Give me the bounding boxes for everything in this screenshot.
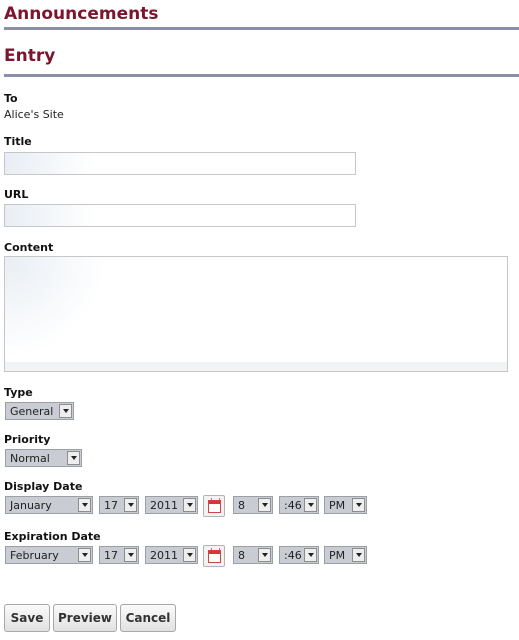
expiration-year-select[interactable]: 2011 bbox=[145, 546, 198, 564]
expiration-minute-select[interactable]: :46 bbox=[279, 546, 319, 564]
display-hour-value: 8 bbox=[238, 498, 245, 512]
display-year-value: 2011 bbox=[150, 498, 178, 512]
priority-label: Priority bbox=[4, 433, 51, 446]
expiration-hour-value: 8 bbox=[238, 548, 245, 562]
display-year-select[interactable]: 2011 bbox=[145, 496, 198, 514]
chevron-down-icon[interactable] bbox=[352, 498, 365, 512]
type-select[interactable]: General bbox=[5, 402, 74, 420]
type-select-value: General bbox=[10, 404, 54, 418]
expiration-day-select[interactable]: 17 bbox=[99, 546, 139, 564]
save-button[interactable]: Save bbox=[4, 604, 50, 632]
page-title: Announcements bbox=[4, 4, 159, 24]
title-divider bbox=[4, 27, 519, 30]
display-minute-value: :46 bbox=[284, 498, 302, 512]
priority-select-value: Normal bbox=[10, 451, 50, 465]
chevron-down-icon[interactable] bbox=[183, 498, 196, 512]
display-day-value: 17 bbox=[104, 498, 118, 512]
chevron-down-icon[interactable] bbox=[183, 548, 196, 562]
chevron-down-icon[interactable] bbox=[78, 548, 91, 562]
calendar-icon[interactable] bbox=[203, 495, 225, 517]
title-label: Title bbox=[4, 135, 32, 148]
expiration-hour-select[interactable]: 8 bbox=[233, 546, 273, 564]
section-title: Entry bbox=[4, 46, 56, 66]
display-day-select[interactable]: 17 bbox=[99, 496, 139, 514]
display-date-label: Display Date bbox=[4, 480, 83, 493]
content-textarea[interactable] bbox=[4, 256, 508, 372]
expiration-day-value: 17 bbox=[104, 548, 118, 562]
content-label: Content bbox=[4, 241, 54, 254]
expiration-minute-value: :46 bbox=[284, 548, 302, 562]
url-input[interactable] bbox=[4, 204, 356, 227]
priority-select[interactable]: Normal bbox=[5, 449, 82, 467]
chevron-down-icon[interactable] bbox=[304, 548, 317, 562]
chevron-down-icon[interactable] bbox=[258, 548, 271, 562]
chevron-down-icon[interactable] bbox=[78, 498, 91, 512]
section-divider bbox=[4, 74, 519, 77]
expiration-ampm-value: PM bbox=[329, 548, 346, 562]
chevron-down-icon[interactable] bbox=[304, 498, 317, 512]
expiration-date-label: Expiration Date bbox=[4, 530, 101, 543]
display-hour-select[interactable]: 8 bbox=[233, 496, 273, 514]
chevron-down-icon[interactable] bbox=[352, 548, 365, 562]
expiration-ampm-select[interactable]: PM bbox=[324, 546, 367, 564]
chevron-down-icon[interactable] bbox=[258, 498, 271, 512]
content-textarea-footer bbox=[5, 362, 507, 371]
chevron-down-icon[interactable] bbox=[67, 451, 80, 465]
display-ampm-select[interactable]: PM bbox=[324, 496, 367, 514]
announcement-entry-page: Announcements Entry To Alice's Site Titl… bbox=[0, 0, 519, 640]
type-label: Type bbox=[4, 386, 33, 399]
calendar-icon[interactable] bbox=[203, 545, 225, 567]
display-ampm-value: PM bbox=[329, 498, 346, 512]
url-label: URL bbox=[4, 188, 29, 201]
chevron-down-icon[interactable] bbox=[59, 404, 72, 418]
title-input[interactable] bbox=[4, 152, 356, 175]
display-minute-select[interactable]: :46 bbox=[279, 496, 319, 514]
display-month-value: January bbox=[10, 498, 52, 512]
chevron-down-icon[interactable] bbox=[124, 498, 137, 512]
expiration-year-value: 2011 bbox=[150, 548, 178, 562]
expiration-month-value: February bbox=[10, 548, 59, 562]
preview-button[interactable]: Preview bbox=[53, 604, 117, 632]
expiration-month-select[interactable]: February bbox=[5, 546, 93, 564]
cancel-button[interactable]: Cancel bbox=[120, 604, 176, 632]
chevron-down-icon[interactable] bbox=[124, 548, 137, 562]
display-month-select[interactable]: January bbox=[5, 496, 93, 514]
to-value: Alice's Site bbox=[4, 108, 64, 121]
to-label: To bbox=[4, 92, 18, 105]
